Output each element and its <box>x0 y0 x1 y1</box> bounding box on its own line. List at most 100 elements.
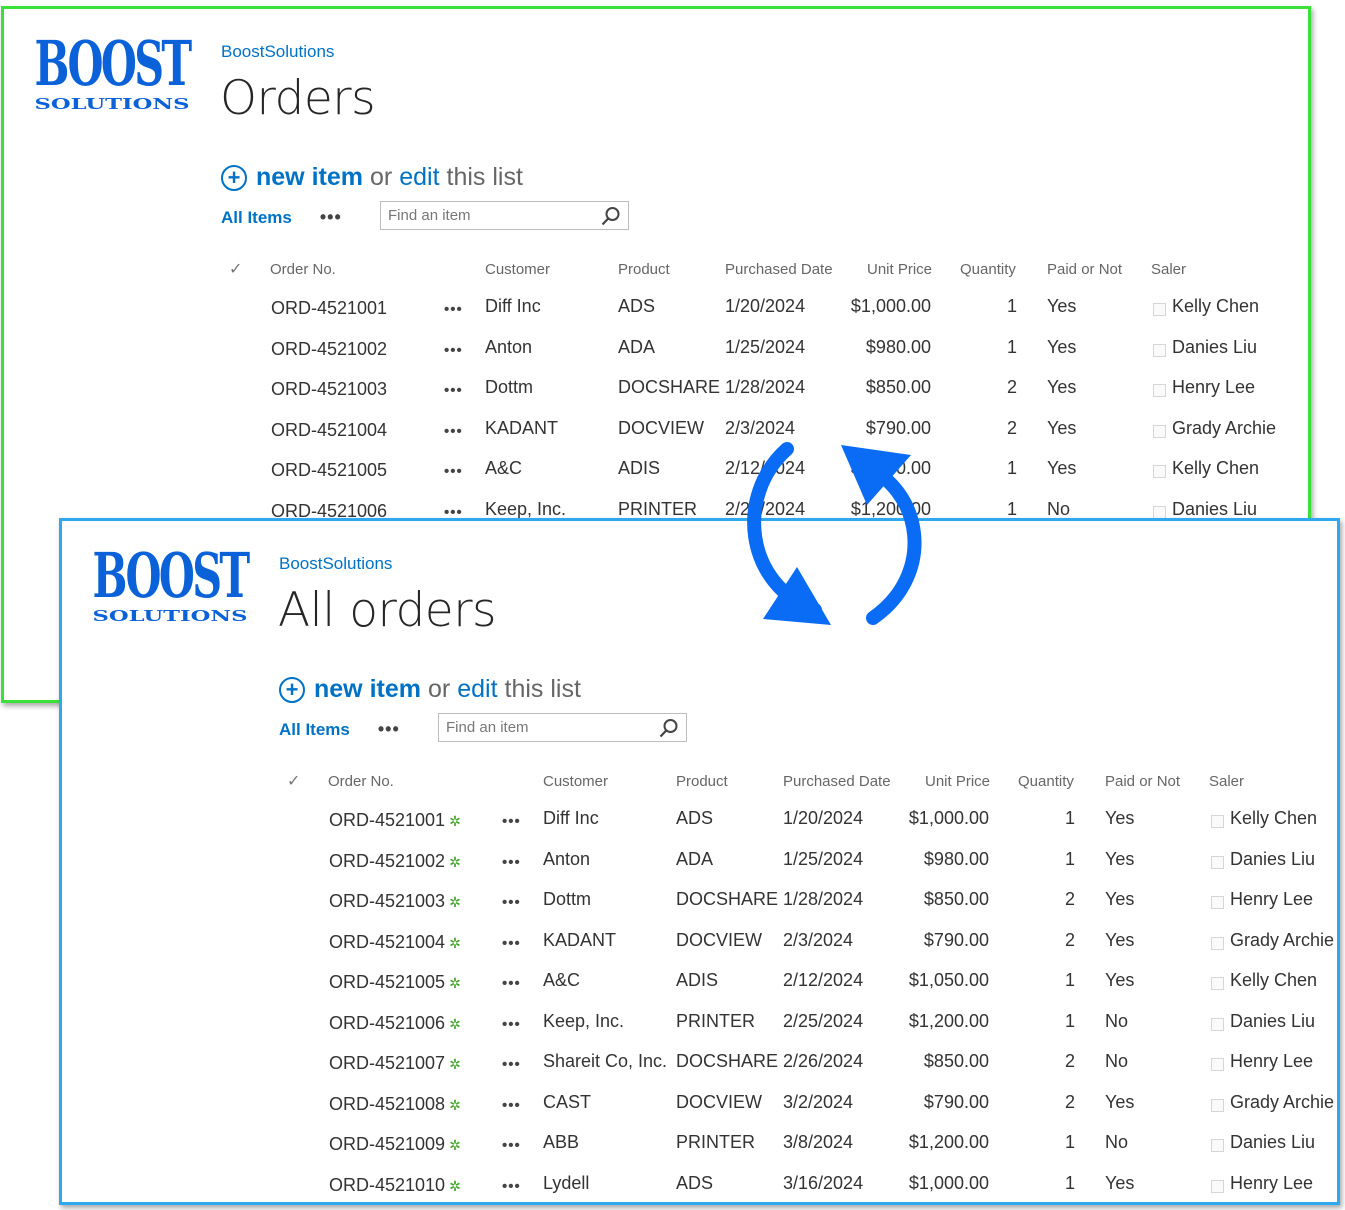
saler-cell[interactable]: Grady Archie <box>1230 930 1334 951</box>
plus-circle-icon[interactable]: + <box>221 164 247 191</box>
presence-indicator-icon <box>1211 1058 1224 1071</box>
svg-text:BOOST: BOOST <box>35 33 193 100</box>
saler-cell[interactable]: Henry Lee <box>1230 1173 1313 1194</box>
new-item-badge-icon: ✲ <box>449 1056 461 1072</box>
order-no-cell[interactable]: ORD-4521006 ✲ <box>329 1013 461 1034</box>
col-header-product[interactable]: Product <box>676 773 728 790</box>
view-all-items-tab[interactable]: All Items <box>279 720 350 740</box>
col-header-purchased-date[interactable]: Purchased Date <box>725 261 833 278</box>
view-all-items-tab[interactable]: All Items <box>221 208 292 228</box>
saler-cell[interactable]: Kelly Chen <box>1230 808 1317 829</box>
item-menu-ellipsis-icon[interactable]: ••• <box>444 423 463 440</box>
col-header-unit-price[interactable]: Unit Price <box>867 261 932 278</box>
presence-indicator-icon <box>1211 855 1224 869</box>
order-no-cell[interactable]: ORD-4521010 ✲ <box>329 1175 461 1196</box>
order-no-text: ORD-4521010 <box>329 1174 446 1195</box>
order-no-cell[interactable]: ORD-4521001 <box>271 298 387 319</box>
saler-cell[interactable]: Grady Archie <box>1230 1092 1334 1113</box>
saler-cell[interactable]: Henry Lee <box>1230 889 1313 910</box>
col-header-saler[interactable]: Saler <box>1151 261 1186 278</box>
col-header-purchased-date[interactable]: Purchased Date <box>783 773 891 790</box>
col-header-quantity[interactable]: Quantity <box>1018 773 1074 790</box>
order-no-cell[interactable]: ORD-4521001 ✲ <box>329 810 461 831</box>
item-menu-ellipsis-icon[interactable]: ••• <box>502 1056 521 1073</box>
order-no-cell[interactable]: ORD-4521004 <box>271 420 387 441</box>
presence-indicator-icon <box>1153 424 1166 438</box>
unit-price-cell: $850.00 <box>923 889 989 909</box>
saler-cell[interactable]: Danies Liu <box>1172 337 1257 358</box>
col-header-unit-price[interactable]: Unit Price <box>925 773 990 790</box>
customer-cell: A&C <box>485 458 523 478</box>
item-menu-ellipsis-icon[interactable]: ••• <box>444 342 463 359</box>
view-menu-ellipsis-icon[interactable]: ••• <box>378 719 400 740</box>
select-all-checkmark[interactable]: ✓ <box>287 771 300 791</box>
col-header-product[interactable]: Product <box>618 261 670 278</box>
saler-cell[interactable]: Kelly Chen <box>1172 296 1259 317</box>
order-no-cell[interactable]: ORD-4521002 ✲ <box>329 851 461 872</box>
plus-circle-icon[interactable]: + <box>279 676 305 703</box>
item-menu-ellipsis-icon[interactable]: ••• <box>444 382 463 399</box>
search-icon[interactable] <box>659 718 679 738</box>
order-no-cell[interactable]: ORD-4521003 <box>271 379 387 400</box>
view-selector: All Items ••• <box>279 719 400 740</box>
col-header-paid[interactable]: Paid or Not <box>1105 773 1180 790</box>
saler-cell[interactable]: Kelly Chen <box>1230 970 1317 991</box>
item-menu-ellipsis-icon[interactable]: ••• <box>502 894 521 911</box>
edit-list-link[interactable]: edit <box>399 163 439 192</box>
item-menu-ellipsis-icon[interactable]: ••• <box>502 935 521 952</box>
order-no-cell[interactable]: ORD-4521009 ✲ <box>329 1134 461 1155</box>
site-name-link[interactable]: BoostSolutions <box>279 554 392 574</box>
saler-cell[interactable]: Grady Archie <box>1172 418 1276 439</box>
new-item-badge-icon: ✲ <box>449 1177 461 1194</box>
edit-list-link[interactable]: edit <box>457 675 497 704</box>
order-no-cell[interactable]: ORD-4521005 ✲ <box>329 972 461 993</box>
search-input[interactable]: Find an item <box>380 201 629 230</box>
saler-cell[interactable]: Henry Lee <box>1230 1051 1313 1072</box>
item-menu-ellipsis-icon[interactable]: ••• <box>502 854 521 871</box>
customer-cell: KADANT <box>543 929 617 950</box>
order-no-cell[interactable]: ORD-4521002 <box>271 339 387 360</box>
new-item-link[interactable]: new item <box>314 675 421 704</box>
search-icon[interactable] <box>601 206 621 226</box>
col-header-order-no[interactable]: Order No. <box>328 773 394 790</box>
col-header-saler[interactable]: Saler <box>1209 773 1244 790</box>
unit-price-cell: $1,200.00 <box>908 1010 989 1031</box>
saler-cell[interactable]: Kelly Chen <box>1172 458 1259 479</box>
item-menu-ellipsis-icon[interactable]: ••• <box>502 813 521 830</box>
col-header-customer[interactable]: Customer <box>543 773 608 790</box>
purchased-date-cell: 2/3/2024 <box>783 929 854 950</box>
col-header-customer[interactable]: Customer <box>485 261 550 278</box>
presence-indicator-icon <box>1211 936 1224 950</box>
saler-cell[interactable]: Danies Liu <box>1230 1011 1315 1032</box>
site-name-link[interactable]: BoostSolutions <box>221 42 334 62</box>
item-menu-ellipsis-icon[interactable]: ••• <box>502 1137 521 1154</box>
item-menu-ellipsis-icon[interactable]: ••• <box>502 1178 521 1195</box>
saler-cell[interactable]: Danies Liu <box>1230 849 1315 870</box>
select-all-checkmark[interactable]: ✓ <box>229 259 242 279</box>
order-no-cell[interactable]: ORD-4521007 ✲ <box>329 1053 461 1074</box>
presence-indicator-icon <box>1153 505 1166 519</box>
saler-cell[interactable]: Henry Lee <box>1172 377 1255 398</box>
col-header-paid[interactable]: Paid or Not <box>1047 261 1122 278</box>
item-menu-ellipsis-icon[interactable]: ••• <box>502 1016 521 1033</box>
presence-indicator-icon <box>1153 343 1166 357</box>
item-menu-ellipsis-icon[interactable]: ••• <box>444 301 463 318</box>
search-input[interactable]: Find an item <box>438 713 687 742</box>
saler-cell[interactable]: Danies Liu <box>1172 499 1257 520</box>
order-no-cell[interactable]: ORD-4521005 <box>271 460 387 481</box>
col-header-order-no[interactable]: Order No. <box>270 261 336 278</box>
saler-cell[interactable]: Danies Liu <box>1230 1132 1315 1153</box>
item-menu-ellipsis-icon[interactable]: ••• <box>444 463 463 480</box>
item-menu-ellipsis-icon[interactable]: ••• <box>502 1097 521 1114</box>
order-no-cell[interactable]: ORD-4521003 ✲ <box>329 891 461 912</box>
paid-cell: Yes <box>1105 970 1135 990</box>
order-no-cell[interactable]: ORD-4521004 ✲ <box>329 932 461 953</box>
order-no-cell[interactable]: ORD-4521008 ✲ <box>329 1094 461 1115</box>
presence-indicator-icon <box>1211 1139 1224 1152</box>
view-menu-ellipsis-icon[interactable]: ••• <box>320 207 342 228</box>
quantity-cell: 1 <box>1064 848 1075 869</box>
col-header-quantity[interactable]: Quantity <box>960 261 1016 278</box>
item-menu-ellipsis-icon[interactable]: ••• <box>502 975 521 992</box>
new-item-link[interactable]: new item <box>256 163 363 192</box>
quantity-cell: 1 <box>1006 296 1017 316</box>
